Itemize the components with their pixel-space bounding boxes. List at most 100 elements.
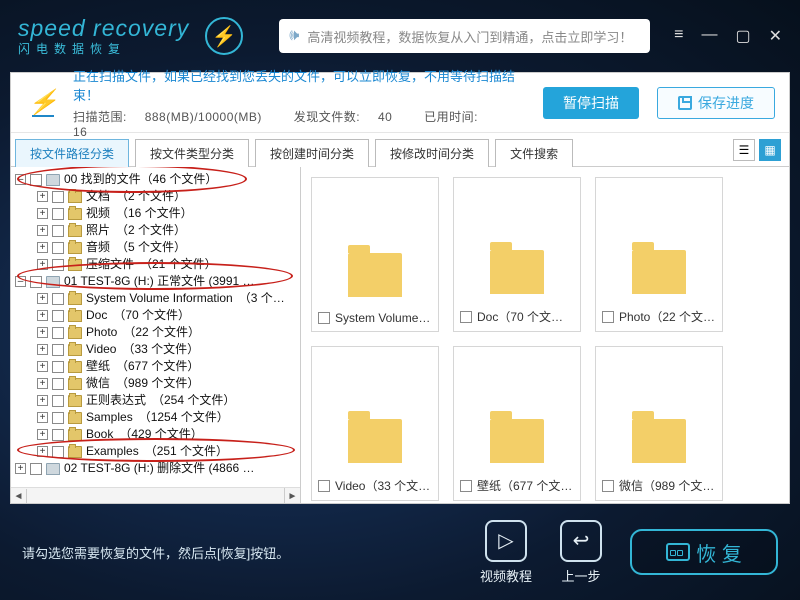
tree-node[interactable]: +音频 （5 个文件） [37,239,300,256]
tree-label: 视频 （16 个文件） [86,205,193,222]
collapse-icon[interactable]: + [37,242,48,253]
pause-scan-button[interactable]: 暂停扫描 [543,87,639,119]
checkbox[interactable] [52,208,64,220]
checkbox[interactable] [460,311,472,323]
checkbox[interactable] [52,344,64,356]
checkbox[interactable] [52,412,64,424]
logo-text: speed recovery [18,15,189,42]
tree-node[interactable]: +正则表达式 （254 个文件） [37,392,300,409]
collapse-icon[interactable]: + [37,208,48,219]
checkbox[interactable] [460,480,472,492]
tree-node[interactable]: + 压缩文件 （21 个文件） [37,256,300,273]
collapse-icon[interactable]: + [37,361,48,372]
tab-4[interactable]: 文件搜索 [495,139,573,167]
checkbox[interactable] [52,191,64,203]
tab-1[interactable]: 按文件类型分类 [135,139,249,167]
collapse-icon[interactable]: + [37,344,48,355]
tree-node[interactable]: +Video （33 个文件） [37,341,300,358]
folder-cell[interactable]: Photo（22 个文件） [595,177,723,332]
tree-node[interactable]: – 00 找到的文件（46 个文件） [15,171,300,188]
tree-node[interactable]: +Examples （251 个文件） [37,443,300,460]
checkbox[interactable] [52,446,64,458]
tree-node[interactable]: +文档 （2 个文件） [37,188,300,205]
tree-node[interactable]: +System Volume Information （3 个文… [37,290,300,307]
grid-view-toggle[interactable]: ▦ [759,139,781,161]
tree-label: 压缩文件 （21 个文件） [86,256,217,273]
checkbox[interactable] [52,293,64,305]
tree-node[interactable]: +02 TEST-8G (H:) 删除文件 (4866 个文件) [15,460,300,477]
tree-node[interactable]: +照片 （2 个文件） [37,222,300,239]
footer-hint: 请勾选您需要恢复的文件，然后点[恢复]按钮。 [22,543,289,562]
folder-cell[interactable]: 壁纸（677 个文件） [453,346,581,501]
checkbox[interactable] [52,310,64,322]
tree-node[interactable]: +Book （429 个文件） [37,426,300,443]
tree-pane[interactable]: –00 找到的文件（46 个文件）+文档 （2 个文件）+视频 （16 个文件）… [11,167,301,503]
tree-node[interactable]: + 视频 （16 个文件） [37,205,300,222]
checkbox[interactable] [30,174,42,186]
checkbox[interactable] [52,259,64,271]
collapse-icon[interactable]: + [37,327,48,338]
app-logo: speed recovery 闪电数据恢复 ⚡ [18,15,243,57]
checkbox[interactable] [30,276,42,288]
checkbox[interactable] [30,463,42,475]
collapse-icon[interactable]: + [37,412,48,423]
collapse-icon[interactable]: + [37,378,48,389]
tab-3[interactable]: 按修改时间分类 [375,139,489,167]
video-tutorial-button[interactable]: ▷ 视频教程 [480,520,532,585]
maximize-icon[interactable]: ▢ [735,26,750,46]
folder-cell[interactable]: System Volume In… [311,177,439,332]
folder-cell[interactable]: 微信（989 个文件） [595,346,723,501]
tree-node[interactable]: + Samples （1254 个文件） [37,409,300,426]
folder-cell[interactable]: Doc（70 个文件） [453,177,581,332]
menu-icon[interactable]: ≡ [674,26,683,46]
checkbox[interactable] [52,242,64,254]
tip-bar[interactable]: 🕪 高清视频教程，数据恢复从入门到精通，点击立即学习！ [279,19,650,53]
recover-button[interactable]: 恢 复 [630,529,778,575]
tree-node[interactable]: +Photo （22 个文件） [37,324,300,341]
folder-icon [490,250,544,294]
folder-icon [68,361,82,373]
grid-pane[interactable]: System Volume In… Doc（70 个文件） Photo（22 个文件… [301,167,789,503]
checkbox[interactable] [52,225,64,237]
minimize-icon[interactable]: ― [701,26,717,46]
collapse-icon[interactable]: + [37,191,48,202]
tree-node[interactable]: +壁纸 （677 个文件） [37,358,300,375]
scroll-left-icon[interactable]: ◄ [11,489,27,504]
scroll-right-icon[interactable]: ► [284,488,300,503]
folder-cell[interactable]: Video（33 个文件） [311,346,439,501]
checkbox[interactable] [602,311,614,323]
expand-icon[interactable]: + [15,463,26,474]
tree-node[interactable]: +微信 （989 个文件） [37,375,300,392]
tree-horizontal-scrollbar[interactable]: ◄ ► [11,487,300,503]
collapse-icon[interactable]: + [37,310,48,321]
collapse-icon[interactable]: + [37,429,48,440]
checkbox[interactable] [318,312,330,324]
close-icon[interactable]: ✕ [769,26,782,46]
checkbox[interactable] [602,480,614,492]
cell-label: Doc（70 个文件） [477,308,574,325]
collapse-icon[interactable]: – [15,174,26,185]
checkbox[interactable] [52,378,64,390]
checkbox[interactable] [52,361,64,373]
tree-label: 00 找到的文件（46 个文件） [64,171,217,188]
folder-icon [68,412,82,424]
back-button[interactable]: ↩ 上一步 [560,520,602,585]
checkbox[interactable] [52,429,64,441]
tree-label: Samples （1254 个文件） [86,409,229,426]
tab-0[interactable]: 按文件路径分类 [15,139,129,167]
collapse-icon[interactable]: + [37,225,48,236]
list-view-toggle[interactable]: ☰ [733,139,755,161]
tab-2[interactable]: 按创建时间分类 [255,139,369,167]
checkbox[interactable] [318,480,330,492]
collapse-icon[interactable]: + [37,293,48,304]
tree-node[interactable]: –01 TEST-8G (H:) 正常文件 (3991 个文件) [15,273,300,290]
collapse-icon[interactable]: + [37,446,48,457]
drive-icon [46,276,60,288]
checkbox[interactable] [52,395,64,407]
collapse-icon[interactable]: + [37,395,48,406]
collapse-icon[interactable]: – [15,276,26,287]
save-progress-button[interactable]: 保存进度 [657,87,775,119]
tree-node[interactable]: +Doc （70 个文件） [37,307,300,324]
collapse-icon[interactable]: + [37,259,48,270]
checkbox[interactable] [52,327,64,339]
